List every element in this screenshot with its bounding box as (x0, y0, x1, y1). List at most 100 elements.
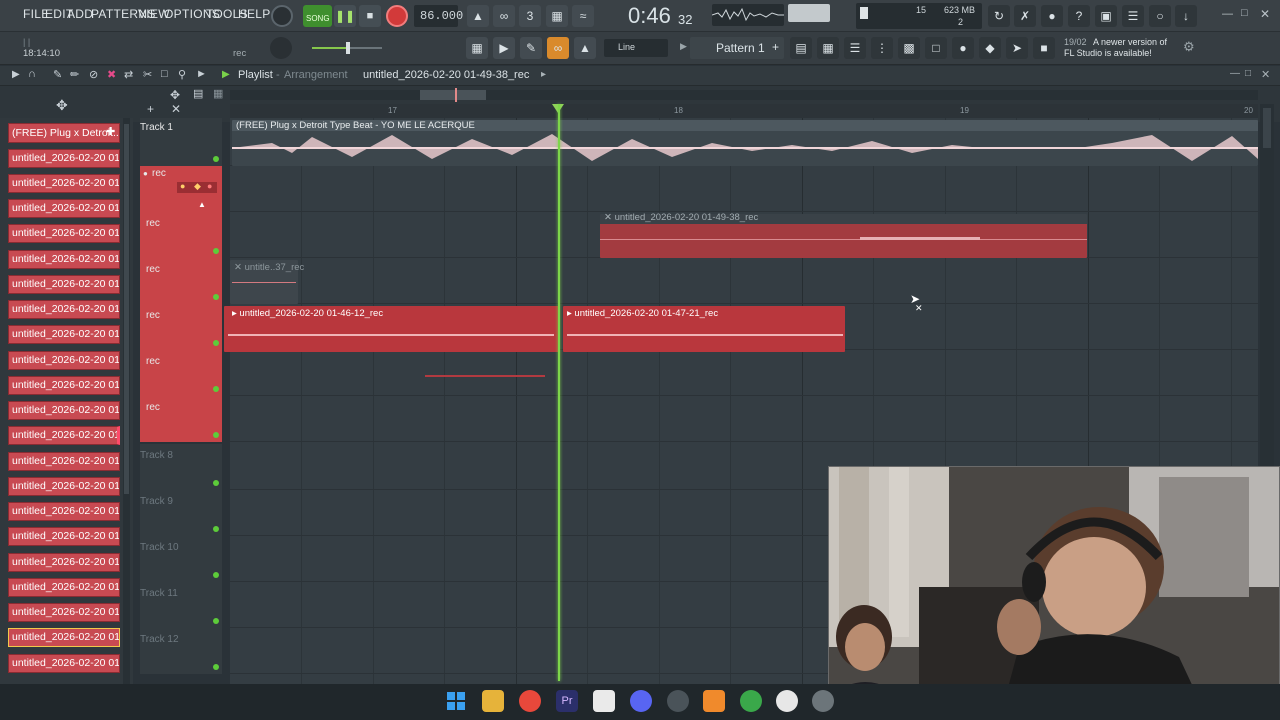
channel-rack-icon[interactable]: ▦ (817, 37, 839, 59)
track-header-2[interactable]: ● rec ● ◆ ● ▲ (140, 166, 222, 212)
pan-nav-icon[interactable]: ✥ (56, 97, 68, 114)
record-icon[interactable] (386, 5, 408, 27)
master-volume-slider[interactable] (312, 42, 382, 54)
remove-track-icon[interactable]: ✕ (171, 102, 181, 116)
overview-scrollbar[interactable] (230, 88, 1258, 102)
browser-item[interactable]: untitled_2026-02-20 01-... (8, 376, 120, 395)
play-arrow-icon[interactable]: ▶ (493, 37, 515, 59)
chrome-icon[interactable] (519, 690, 541, 712)
link-icon[interactable]: ∞ (547, 37, 569, 59)
track-header-7[interactable]: rec (140, 396, 222, 442)
track-solo-icon[interactable]: ◆ (194, 181, 201, 192)
help-icon[interactable]: ? (1068, 5, 1090, 27)
grid-toggle-icon[interactable]: ▦ (213, 87, 223, 100)
select-tool-icon[interactable]: □ (161, 68, 168, 80)
browser-item[interactable]: untitled_2026-02-20 01-... (8, 401, 120, 420)
plugin-picker-icon[interactable]: ● (952, 37, 974, 59)
pencil-icon[interactable]: ✎ (520, 37, 542, 59)
browser-item[interactable]: untitled_2026-02-20 01-... (8, 174, 120, 193)
browser-icon[interactable]: □ (925, 37, 947, 59)
project-browser-icon[interactable]: ➤ (1006, 37, 1028, 59)
rec-arm-icon[interactable]: ● (143, 169, 148, 178)
track-header-8[interactable]: Track 8 (140, 444, 222, 490)
pattern-selector[interactable]: Pattern 1 + (690, 37, 784, 59)
playhead-line[interactable] (558, 104, 560, 681)
minimize-icon[interactable]: — (1222, 8, 1233, 20)
track-lane[interactable] (230, 166, 1258, 212)
collapse-icon[interactable]: ▲ (198, 200, 206, 209)
settings-icon[interactable] (812, 690, 834, 712)
playback-tool-icon[interactable]: ► (196, 68, 207, 80)
save-icon[interactable]: ▣ (1095, 5, 1117, 27)
track-led-icon[interactable] (213, 340, 219, 346)
track-header-1[interactable]: Track 1 (140, 118, 222, 166)
browser-item[interactable]: untitled_2026-02-20 01-... (8, 325, 120, 344)
step-sequencer-icon[interactable]: ▩ (898, 37, 920, 59)
browser-item[interactable]: untitled_2026-02-20 01-... (8, 224, 120, 243)
menu-add[interactable]: ADD (67, 7, 93, 21)
track-header-5[interactable]: rec (140, 304, 222, 350)
master-volume-knob[interactable] (271, 5, 293, 27)
track-led-icon[interactable] (213, 156, 219, 162)
track-controls[interactable]: ● ◆ ● (177, 181, 217, 193)
track-header-3[interactable]: rec (140, 212, 222, 258)
track-led-icon[interactable] (213, 432, 219, 438)
timeline-ruler[interactable]: 17 18 19 20 (230, 104, 1258, 118)
touch-keyboard-icon[interactable]: ◆ (979, 37, 1001, 59)
track-led-icon[interactable] (213, 248, 219, 254)
countdown-icon[interactable]: 3 (519, 5, 541, 27)
browser-item[interactable]: untitled_2026-02-20 01-... (8, 275, 120, 294)
move-icon[interactable]: ✥ (170, 88, 180, 102)
browser-scrollbar[interactable] (123, 118, 130, 684)
track-led-icon[interactable] (213, 480, 219, 486)
overview-thumb[interactable] (420, 90, 486, 100)
track-led-icon[interactable] (213, 526, 219, 532)
menu-help[interactable]: HELP (238, 7, 271, 21)
audio-clip-beat[interactable]: (FREE) Plug x Detroit Type Beat - YO ME … (232, 120, 1258, 166)
microphone-icon[interactable]: ● (1041, 5, 1063, 27)
track-header-12[interactable]: Track 12 (140, 628, 222, 674)
playlist-close-icon[interactable]: ✕ (1261, 68, 1270, 81)
file-explorer-icon[interactable] (482, 690, 504, 712)
options-arrow-icon[interactable]: ▶ (12, 69, 20, 80)
browser-item[interactable]: untitled_2026-02-20 01-... (8, 351, 120, 370)
update-gear-icon[interactable]: ⚙ (1183, 39, 1195, 55)
track-rec-icon[interactable]: ● (207, 181, 212, 191)
magnet-icon[interactable]: ∩ (28, 68, 36, 80)
epic-games-icon[interactable] (776, 690, 798, 712)
track-lane[interactable] (230, 258, 1258, 304)
shop-icon[interactable]: ■ (1033, 37, 1055, 59)
pattern-prev-icon[interactable]: ▶ (680, 41, 687, 52)
mixer-icon[interactable]: ▤ (790, 37, 812, 59)
slice-tool-icon[interactable]: ✂ (143, 68, 152, 81)
metronome-icon[interactable]: ▲ (467, 5, 489, 27)
windows-start-icon[interactable] (445, 690, 467, 712)
track-header-9[interactable]: Track 9 (140, 490, 222, 536)
fl-studio-icon[interactable] (703, 690, 725, 712)
delete-tool-icon[interactable]: ⊘ (89, 68, 98, 81)
chat-icon[interactable]: ○ (1149, 5, 1171, 27)
snap-selector[interactable]: Line (604, 39, 668, 57)
clip-x-icon[interactable]: ✕ (234, 262, 245, 273)
audio-clip-rec-4721[interactable]: ▸ untitled_2026-02-20 01-47-21_rec (563, 306, 845, 352)
song-time-display[interactable]: 0:46 32 (606, 3, 702, 29)
browser-item[interactable]: untitled_2026-02-20 01-... (8, 502, 120, 521)
browser-item[interactable]: untitled_2026-02-20 01-... (8, 477, 120, 496)
close-icon[interactable]: ✕ (1260, 7, 1270, 21)
browser-item[interactable]: untitled_2026-02-20 01-... (8, 628, 120, 647)
audio-clip-untitle-37[interactable]: ✕ untitle..37_rec (230, 260, 304, 304)
master-pitch-slider[interactable] (788, 4, 830, 22)
tools-icon[interactable]: ✗ (1014, 5, 1036, 27)
browser-item[interactable]: untitled_2026-02-20 01-... (8, 199, 120, 218)
track-led-icon[interactable] (213, 572, 219, 578)
audio-clip-rec-4938[interactable]: ✕ untitled_2026-02-20 01-49-38_rec (600, 212, 1087, 258)
capcut-icon[interactable] (593, 690, 615, 712)
track-header-11[interactable]: Track 11 (140, 582, 222, 628)
track-mute-icon[interactable]: ● (180, 181, 185, 191)
loop-record-icon[interactable]: ≈ (572, 5, 594, 27)
playlist-icon[interactable]: ☰ (844, 37, 866, 59)
hint-knob[interactable] (270, 37, 292, 59)
add-pattern-icon[interactable]: + (772, 40, 779, 54)
audio-clip-rec-4612[interactable]: ▸ untitled_2026-02-20 01-46-12_rec (224, 306, 560, 352)
clip-x-icon[interactable]: ✕ (604, 212, 615, 223)
